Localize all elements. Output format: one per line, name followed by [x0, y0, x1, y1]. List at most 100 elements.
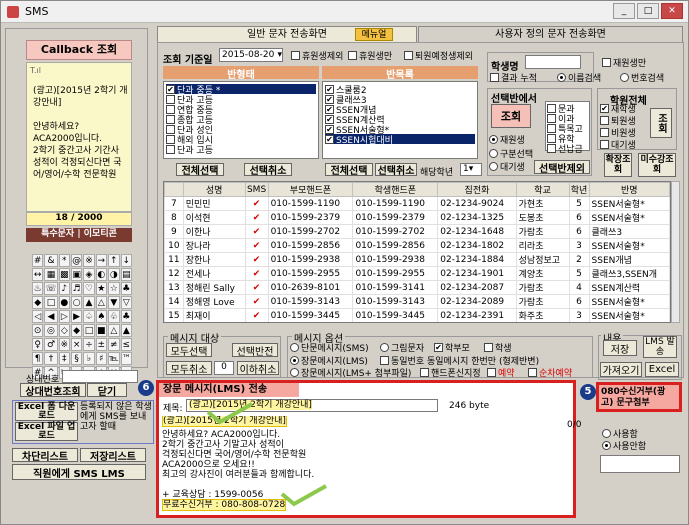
symbol-key[interactable]: & — [44, 254, 58, 267]
target-count-input[interactable]: 0 — [214, 361, 234, 375]
hand-check[interactable]: 핸드폰신지정 — [420, 367, 481, 379]
symbol-key[interactable]: ♀ — [32, 338, 44, 351]
symbol-key[interactable]: × — [70, 338, 83, 351]
course-level-list[interactable]: ✔ 단과 중등 * 단과 고등 연합 중등 종합 고등 단과 성인 해외 입시 단과 고등 — [163, 81, 319, 159]
reject-text-box[interactable]: 080수신거부(광고) 문구첨부 — [596, 382, 682, 412]
symbol-key[interactable]: ↓ — [120, 254, 132, 267]
symbol-key[interactable]: ◐ — [95, 268, 107, 281]
excel-upload-button[interactable]: Excel 파일 업로드 — [15, 422, 78, 441]
grade-select[interactable]: 1▾ — [460, 163, 482, 176]
classification-radio[interactable]: 구분선택 — [489, 148, 533, 160]
course-level-item[interactable]: 단과 고등 — [166, 144, 316, 156]
table-row[interactable]: 12 전세나 ✔ 010-1599-2955 010-1599-2955 02-1234-… — [164, 266, 670, 281]
symbol-key[interactable]: † — [44, 352, 58, 365]
symbol-key[interactable]: → — [95, 254, 107, 267]
symbol-key[interactable]: ※ — [58, 338, 70, 351]
tab-user-defined[interactable]: 사용자 정의 문자 전송화면 — [418, 26, 683, 42]
reenroll-only-check[interactable]: 재원생만 — [602, 57, 646, 69]
column-header[interactable]: 학생핸드폰 — [352, 182, 439, 197]
student-table[interactable]: 성명 SMS 부모핸드폰 학생핸드폰 집전화 학교 학년 반명 7 민민민 ✔ 010-1599-11… — [164, 182, 670, 324]
column-header[interactable]: 학교 — [515, 182, 570, 197]
deselect-class-button[interactable]: 선택취소 — [375, 163, 417, 177]
special-char-button[interactable]: 특수문자 | 이모티콘 — [26, 228, 132, 242]
table-row[interactable]: 9 이한나 ✔ 010-1599-2702 010-1599-2702 02-1234-1… — [164, 224, 670, 239]
minimize-button[interactable]: _ — [613, 3, 635, 19]
symbol-key[interactable]: ▲ — [83, 296, 95, 309]
select-all-class-button[interactable]: 전체선택 — [325, 163, 373, 177]
symbol-key[interactable]: ☆ — [107, 282, 120, 295]
relative-number-input[interactable] — [62, 370, 138, 383]
table-row[interactable]: 7 민민민 ✔ 010-1599-1190 010-1599-1190 02-1234-9… — [164, 196, 670, 211]
student-absent-check[interactable]: 비원생 — [600, 127, 636, 139]
class-list[interactable]: ✔ 스쿨룸2 ✔ 클래쓰3 ✔ SSEN개념 ✔ SSEN계산력 ✔ SSEN서술형* ✔ SSEN시… — [322, 81, 478, 159]
table-row[interactable]: 11 장한나 ✔ 010-1599-2938 010-1599-2938 02-1234-… — [164, 252, 670, 267]
symbol-key[interactable]: ♧ — [107, 310, 120, 323]
block-list-button[interactable]: 차단리스트 — [12, 448, 78, 463]
use-radio[interactable]: 사용함 — [602, 428, 638, 440]
symbol-key[interactable]: □ — [44, 296, 58, 309]
cancel-all-target-button[interactable]: 모두취소 — [166, 361, 212, 376]
phone-text[interactable]: (광고)[2015년 2학기 개강안내] 안녕하세요? ACA2000입니다. … — [33, 85, 129, 207]
result-accumulate-check[interactable]: 결과 누적 — [490, 72, 537, 84]
symbol-key[interactable]: ▣ — [70, 268, 83, 281]
symbol-key[interactable]: ↔ — [32, 268, 44, 281]
category-list[interactable]: 문과 이과 특목고 유학 선납금 — [545, 101, 590, 155]
student-name-input[interactable] — [525, 55, 581, 69]
student-withdrawn-check[interactable]: 퇴원생 — [600, 115, 636, 127]
symbol-key[interactable]: △ — [95, 296, 107, 309]
student-waiting-check[interactable]: 대기생 — [600, 139, 636, 151]
symbol-key[interactable]: ◈ — [83, 268, 95, 281]
date-picker[interactable]: 2015-08-20 ▾ — [219, 48, 283, 62]
symbol-key[interactable]: ▼ — [107, 296, 120, 309]
symbol-key[interactable]: ♬ — [70, 282, 83, 295]
symbol-key[interactable]: ♂ — [44, 338, 58, 351]
symbol-key[interactable]: ♤ — [83, 310, 95, 323]
class-item[interactable]: ✔ SSEN시험대비 — [325, 134, 475, 146]
symbol-key[interactable]: ▤ — [120, 268, 132, 281]
excel-button[interactable]: Excel — [645, 362, 679, 377]
symbol-key[interactable]: ↑ — [107, 254, 120, 267]
name-search-radio[interactable]: 이름검색 — [557, 72, 601, 84]
maximize-button[interactable]: □ — [637, 3, 659, 19]
symbol-key[interactable]: ▶ — [70, 310, 83, 323]
parent-check[interactable]: ✔ 학부모 — [434, 342, 470, 354]
symbol-key[interactable]: ◆ — [70, 324, 83, 337]
picture-radio[interactable]: 그림문자 — [380, 342, 424, 354]
symbol-key[interactable]: ℡ — [107, 352, 120, 365]
table-row[interactable]: 16탁나현✔010-1599-4112010-1599-411202-1234-… — [165, 323, 670, 324]
column-header[interactable]: 집전화 — [437, 182, 517, 197]
symbol-key[interactable]: ♪ — [58, 282, 70, 295]
staff-sms-button[interactable]: 직원에게 SMS LMS — [12, 464, 146, 480]
symbol-key[interactable]: ● — [58, 296, 70, 309]
select-all-course-button[interactable]: 전체선택 — [176, 163, 224, 177]
symbol-key[interactable]: ◇ — [58, 324, 70, 337]
symbol-key[interactable]: ◁ — [32, 310, 44, 323]
symbol-key[interactable]: ≠ — [107, 338, 120, 351]
lms-attach-radio[interactable]: 장문메시지(LMS+ 첨부파일) — [290, 367, 411, 379]
exclude-withdrawn-check[interactable]: 퇴원예정생제외 — [404, 50, 473, 62]
symbol-key[interactable]: ■ — [95, 324, 107, 337]
symbol-key[interactable]: ‡ — [58, 352, 70, 365]
table-scrollbar[interactable] — [671, 181, 680, 323]
sms-radio[interactable]: 단문메시지(SMS) — [290, 342, 369, 354]
reserve-limit-check[interactable]: 순차예약 — [528, 367, 572, 379]
symbol-key[interactable]: ♯ — [95, 352, 107, 365]
symbol-key[interactable]: ▷ — [58, 310, 70, 323]
symbol-key[interactable]: * — [58, 254, 70, 267]
invert-target-button[interactable]: 선택반전 — [232, 343, 278, 358]
column-header[interactable]: 부모핸드폰 — [267, 182, 354, 197]
symbol-key[interactable]: △ — [107, 324, 120, 337]
symbol-key[interactable]: ≤ — [120, 338, 132, 351]
symbol-key[interactable]: □ — [83, 324, 95, 337]
symbol-key[interactable]: ⊙ — [32, 324, 44, 337]
symbol-key[interactable]: @ — [70, 254, 83, 267]
symbol-key[interactable]: ♭ — [83, 352, 95, 365]
relative-lookup-button[interactable]: 상대번호조회 — [20, 383, 86, 398]
number-search-radio[interactable]: 번호검색 — [620, 72, 664, 84]
student-check[interactable]: 학생 — [484, 342, 512, 354]
symbol-key[interactable]: ± — [95, 338, 107, 351]
same-number-check[interactable]: 동일번호 동일메시지 한번만 (형제반변) — [380, 355, 539, 367]
unpaid-lookup-button[interactable]: 미수강조회 — [638, 153, 676, 177]
symbol-key[interactable]: ◑ — [107, 268, 120, 281]
reserve-check[interactable]: 예약 — [487, 367, 515, 379]
